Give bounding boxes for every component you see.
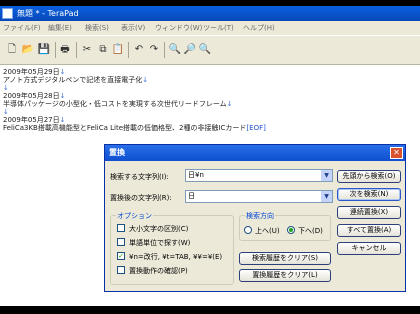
editor-line: FeliCa3KB搭載高機能型とFeliCa Lite搭載の低価格型、2種の非接…: [3, 124, 266, 132]
find-icon[interactable]: 🔍: [168, 43, 182, 57]
open-folder-icon[interactable]: 📂: [21, 43, 35, 57]
app-icon: [2, 8, 13, 19]
editor-line: アノト方式デジタルペンで記述を直接電子化↓: [3, 76, 149, 84]
print-icon[interactable]: 🖶: [58, 43, 72, 57]
copy-icon[interactable]: ⧉: [96, 43, 110, 57]
chevron-down-icon[interactable]: ▼: [321, 170, 332, 181]
case-sensitive-label: 大小文字の区別(C): [129, 225, 189, 233]
paste-icon[interactable]: 📋: [111, 43, 125, 57]
new-file-icon[interactable]: 🗋: [5, 43, 19, 57]
close-icon[interactable]: ✕: [390, 147, 403, 159]
save-icon[interactable]: 💾: [37, 43, 51, 57]
escape-sequence-label: ¥n=改行, ¥t=TAB, ¥¥=¥(E): [129, 253, 223, 261]
screen: 無題 * - TeraPad ファイル(F) 編集(E) 検索(S) 表示(V)…: [0, 0, 420, 314]
title-bar[interactable]: 無題 * - TeraPad: [0, 6, 420, 21]
replace-dialog: 置換 ✕ 検索する文字列(I): 日¥n ▼ 置換後の文字列(R): 日 ▼ オ…: [104, 144, 406, 292]
cancel-button[interactable]: キャンセル: [337, 242, 401, 255]
find-next-icon[interactable]: 🔎: [183, 43, 197, 57]
direction-title: 検索方向: [245, 211, 275, 221]
toolbar-separator: [76, 42, 77, 58]
editor-line: ↓: [3, 108, 9, 116]
undo-icon[interactable]: ↶: [132, 43, 146, 57]
editor-line: 2009年05月29日↓: [3, 68, 66, 76]
case-sensitive-checkbox[interactable]: [117, 224, 125, 232]
find-input[interactable]: 日¥n ▼: [185, 169, 333, 182]
replace-input[interactable]: 日 ▼: [185, 190, 333, 203]
whole-word-checkbox[interactable]: [117, 238, 125, 246]
direction-down-radio[interactable]: [287, 226, 295, 234]
find-label: 検索する文字列(I):: [110, 173, 169, 181]
find-prev-icon[interactable]: 🔍: [198, 43, 212, 57]
find-from-start-button[interactable]: 先頭から検索(O): [337, 170, 401, 183]
menu-view[interactable]: 表示(V): [121, 21, 145, 35]
editor-line: 半導体パッケージの小型化・低コストを実現する次世代リードフレーム↓: [3, 100, 233, 108]
menu-tools[interactable]: ツール(T): [203, 21, 234, 35]
editor-line: 2009年05月27日↓: [3, 116, 66, 124]
toolbar: 🗋 📂 💾 🖶 ✂ ⧉ 📋 ↶ ↷ 🔍 🔎 🔍: [0, 35, 420, 65]
menu-file[interactable]: ファイル(F): [3, 21, 41, 35]
toolbar-separator: [55, 42, 56, 58]
confirm-replace-label: 置換動作の確認(P): [129, 267, 188, 275]
menu-edit[interactable]: 編集(E): [48, 21, 72, 35]
direction-down-label: 下へ(D): [298, 227, 323, 235]
replace-label: 置換後の文字列(R):: [110, 194, 172, 202]
cut-icon[interactable]: ✂: [80, 43, 94, 57]
dialog-title[interactable]: 置換: [105, 145, 405, 161]
direction-up-label: 上へ(U): [255, 227, 280, 235]
continuous-replace-button[interactable]: 連続置換(X): [337, 206, 401, 219]
chevron-down-icon[interactable]: ▼: [321, 191, 332, 202]
replace-all-button[interactable]: すべて置換(A): [337, 224, 401, 237]
window-title: 無題 * - TeraPad: [17, 9, 79, 18]
menu-search[interactable]: 検索(S): [85, 21, 109, 35]
editor-line: ↓: [3, 84, 9, 92]
menu-bar: ファイル(F) 編集(E) 検索(S) 表示(V) ウィンドウ(W) ツール(T…: [0, 21, 420, 35]
find-next-button[interactable]: 次を検索(N): [337, 188, 401, 201]
toolbar-separator: [128, 42, 129, 58]
toolbar-separator: [164, 42, 165, 58]
menu-help[interactable]: ヘルプ(H): [243, 21, 275, 35]
confirm-replace-checkbox[interactable]: [117, 266, 125, 274]
redo-icon[interactable]: ↷: [147, 43, 161, 57]
eof-marker: [EOF]: [246, 124, 266, 132]
options-title: オプション: [116, 211, 153, 221]
menu-window[interactable]: ウィンドウ(W): [155, 21, 202, 35]
editor-line: 2009年05月28日↓: [3, 92, 66, 100]
direction-up-radio[interactable]: [244, 226, 252, 234]
escape-sequence-checkbox[interactable]: ✓: [117, 252, 125, 260]
clear-find-history-button[interactable]: 検索履歴をクリア(S): [239, 252, 331, 265]
clear-replace-history-button[interactable]: 置換履歴をクリア(L): [239, 269, 331, 282]
whole-word-label: 単語単位で探す(W): [129, 239, 191, 247]
